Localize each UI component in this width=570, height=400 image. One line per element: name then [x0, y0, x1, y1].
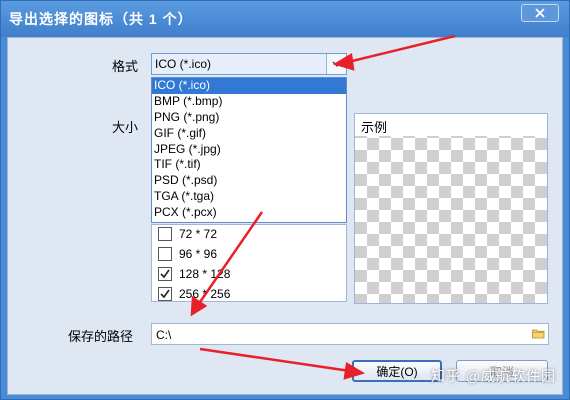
- format-select[interactable]: ICO (*.ico): [151, 53, 347, 75]
- size-option-label: 256 * 256: [179, 287, 231, 301]
- watermark-text: 知乎 @威航软件园: [430, 368, 556, 384]
- close-button[interactable]: [521, 4, 559, 22]
- dialog-title: 导出选择的图标（共 1 个）: [9, 11, 193, 27]
- title-bar: 导出选择的图标（共 1 个）: [1, 1, 569, 37]
- save-path-input[interactable]: C:\: [151, 323, 549, 345]
- format-option-bmp[interactable]: BMP (*.bmp): [152, 94, 346, 110]
- save-path-value: C:\: [156, 328, 172, 342]
- checkmark-icon: [160, 289, 170, 299]
- format-option-tga[interactable]: TGA (*.tga): [152, 189, 346, 205]
- format-dropdown-list: ICO (*.ico) BMP (*.bmp) PNG (*.png) GIF …: [151, 77, 347, 223]
- dialog-body: 格式 ICO (*.ico) ICO (*.ico) BMP (*.bmp) P…: [7, 37, 563, 395]
- size-label: 大小: [112, 120, 139, 135]
- format-option-psd[interactable]: PSD (*.psd): [152, 173, 346, 189]
- format-option-tif[interactable]: TIF (*.tif): [152, 157, 346, 173]
- size-option-label: 72 * 72: [179, 227, 218, 241]
- format-selected-value: ICO (*.ico): [155, 57, 212, 71]
- path-label: 保存的路径: [68, 329, 134, 344]
- checkbox-256[interactable]: [158, 287, 172, 301]
- format-option-png[interactable]: PNG (*.png): [152, 110, 346, 126]
- size-option-128[interactable]: 128 * 128: [158, 265, 230, 283]
- checkbox-96[interactable]: [158, 247, 172, 261]
- size-option-label: 96 * 96: [179, 247, 218, 261]
- checkbox-72[interactable]: [158, 227, 172, 241]
- preview-label: 示例: [355, 114, 547, 136]
- size-option-256[interactable]: 256 * 256: [158, 285, 230, 303]
- ok-button[interactable]: 确定(O): [352, 360, 442, 382]
- size-option-96[interactable]: 96 * 96: [158, 245, 217, 263]
- dialog-window: 导出选择的图标（共 1 个） 格式 ICO (*.ico) ICO (*.ico…: [0, 0, 570, 400]
- format-option-ico[interactable]: ICO (*.ico): [152, 78, 346, 94]
- folder-icon: [532, 329, 545, 339]
- format-option-gif[interactable]: GIF (*.gif): [152, 126, 346, 142]
- chevron-down-icon: [332, 61, 341, 67]
- size-option-label: 128 * 128: [179, 267, 231, 281]
- format-option-pcx[interactable]: PCX (*.pcx): [152, 205, 346, 221]
- format-label: 格式: [112, 59, 139, 74]
- size-list: 72 * 72 96 * 96 128 * 128 256 * 256: [151, 224, 347, 302]
- close-icon: [535, 8, 545, 18]
- dropdown-button[interactable]: [326, 54, 346, 74]
- preview-panel: 示例: [354, 113, 548, 304]
- checkmark-icon: [160, 269, 170, 279]
- browse-folder-button[interactable]: [532, 328, 545, 342]
- size-option-72[interactable]: 72 * 72: [158, 225, 217, 243]
- format-option-jpeg[interactable]: JPEG (*.jpg): [152, 142, 346, 158]
- checkbox-128[interactable]: [158, 267, 172, 281]
